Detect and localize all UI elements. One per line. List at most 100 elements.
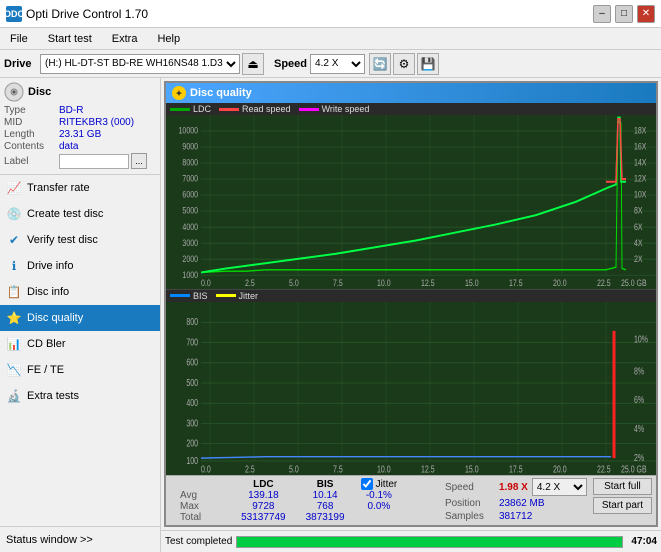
samples-stat-row: Samples 381712 bbox=[445, 511, 587, 522]
svg-text:12X: 12X bbox=[634, 174, 647, 184]
sidebar-item-label: Drive info bbox=[27, 260, 73, 272]
bis-label: BIS bbox=[193, 291, 208, 301]
fe-te-icon: 📉 bbox=[6, 363, 22, 377]
maximize-button[interactable]: □ bbox=[615, 5, 633, 23]
sidebar-item-label: Verify test disc bbox=[27, 234, 98, 246]
speed-select[interactable]: 4.2 X bbox=[310, 54, 365, 74]
minimize-button[interactable]: – bbox=[593, 5, 611, 23]
disc-contents-row: Contents data bbox=[4, 141, 156, 152]
disc-label-input[interactable] bbox=[59, 154, 129, 169]
menubar: File Start test Extra Help bbox=[0, 28, 661, 50]
jitter-legend: Jitter bbox=[216, 291, 259, 301]
eject-button[interactable]: ⏏ bbox=[242, 53, 264, 75]
svg-text:2X: 2X bbox=[634, 254, 643, 264]
transfer-rate-icon: 📈 bbox=[6, 181, 22, 195]
save-button[interactable]: 💾 bbox=[417, 53, 439, 75]
panel-icon: ✦ bbox=[172, 86, 186, 100]
ldc-legend: LDC bbox=[170, 104, 211, 114]
total-bis: 3873199 bbox=[296, 512, 355, 523]
svg-text:5.0: 5.0 bbox=[289, 463, 299, 475]
status-window-button[interactable]: Status window >> bbox=[0, 526, 160, 552]
disc-type-label: Type bbox=[4, 105, 59, 116]
ldc-label: LDC bbox=[193, 104, 211, 114]
status-text: Test completed bbox=[165, 536, 232, 547]
max-ldc: 9728 bbox=[231, 501, 296, 512]
main-area: Disc Type BD-R MID RITEKBR3 (000) Length… bbox=[0, 78, 661, 552]
jitter-checkbox[interactable] bbox=[361, 478, 373, 490]
svg-text:300: 300 bbox=[186, 417, 198, 429]
sidebar-item-create-test-disc[interactable]: 💿 Create test disc bbox=[0, 201, 160, 227]
svg-text:1000: 1000 bbox=[182, 270, 198, 280]
svg-text:10.0: 10.0 bbox=[377, 463, 391, 475]
jitter-label: Jitter bbox=[239, 291, 259, 301]
svg-text:0.0: 0.0 bbox=[201, 278, 211, 288]
refresh-button[interactable]: 🔄 bbox=[369, 53, 391, 75]
sidebar-item-disc-info[interactable]: 📋 Disc info bbox=[0, 279, 160, 305]
svg-text:200: 200 bbox=[186, 437, 198, 449]
svg-text:12.5: 12.5 bbox=[421, 463, 435, 475]
stats-speed-select[interactable]: 4.2 X bbox=[532, 478, 587, 496]
drive-select[interactable]: (H:) HL-DT-ST BD-RE WH16NS48 1.D3 bbox=[40, 54, 240, 74]
svg-text:4000: 4000 bbox=[182, 222, 198, 232]
jitter-header: Jitter bbox=[376, 479, 398, 490]
svg-text:8X: 8X bbox=[634, 206, 643, 216]
menu-help[interactable]: Help bbox=[151, 31, 186, 47]
svg-text:5000: 5000 bbox=[182, 206, 198, 216]
disc-length-row: Length 23.31 GB bbox=[4, 129, 156, 140]
svg-text:500: 500 bbox=[186, 376, 198, 388]
svg-text:7000: 7000 bbox=[182, 174, 198, 184]
sidebar-item-drive-info[interactable]: ℹ Drive info bbox=[0, 253, 160, 279]
jitter-checkbox-label: Jitter bbox=[361, 478, 398, 490]
write-speed-legend: Write speed bbox=[299, 104, 370, 114]
svg-text:700: 700 bbox=[186, 336, 198, 348]
bottom-bar: Test completed 47:04 bbox=[161, 530, 661, 552]
app-icon: ODC bbox=[6, 6, 22, 22]
top-chart-svg: 10000 9000 8000 7000 6000 5000 4000 3000… bbox=[166, 115, 656, 289]
jitter-checkbox-cell: Jitter bbox=[355, 478, 404, 490]
sidebar-item-disc-quality[interactable]: ⭐ Disc quality bbox=[0, 305, 160, 331]
sidebar-item-cd-bler[interactable]: 📊 CD Bler bbox=[0, 331, 160, 357]
svg-text:22.5: 22.5 bbox=[597, 463, 611, 475]
svg-text:6X: 6X bbox=[634, 222, 643, 232]
sidebar-item-extra-tests[interactable]: 🔬 Extra tests bbox=[0, 383, 160, 409]
app-title: Opti Drive Control 1.70 bbox=[26, 7, 148, 21]
content-area: ✦ Disc quality LDC Read speed bbox=[161, 78, 661, 552]
menu-file[interactable]: File bbox=[4, 31, 34, 47]
max-bis: 768 bbox=[296, 501, 355, 512]
top-chart-area: 10000 9000 8000 7000 6000 5000 4000 3000… bbox=[166, 115, 656, 289]
svg-text:3000: 3000 bbox=[182, 238, 198, 248]
menu-start-test[interactable]: Start test bbox=[42, 31, 98, 47]
top-chart-legend: LDC Read speed Write speed bbox=[166, 103, 656, 115]
svg-text:2%: 2% bbox=[634, 451, 644, 463]
svg-text:6%: 6% bbox=[634, 393, 644, 405]
avg-ldc: 139.18 bbox=[231, 490, 296, 501]
start-buttons: Start full Start part bbox=[593, 478, 652, 514]
panel-titlebar: ✦ Disc quality bbox=[166, 83, 656, 103]
disc-quality-panel: ✦ Disc quality LDC Read speed bbox=[164, 81, 658, 527]
max-label: Max bbox=[170, 501, 211, 512]
sidebar-item-verify-test-disc[interactable]: ✔ Verify test disc bbox=[0, 227, 160, 253]
settings-button[interactable]: ⚙ bbox=[393, 53, 415, 75]
disc-contents-label: Contents bbox=[4, 141, 59, 152]
svg-text:600: 600 bbox=[186, 356, 198, 368]
sidebar-item-label: CD Bler bbox=[27, 338, 66, 350]
sidebar-item-fe-te[interactable]: 📉 FE / TE bbox=[0, 357, 160, 383]
disc-mid-value: RITEKBR3 (000) bbox=[59, 117, 134, 128]
svg-text:17.5: 17.5 bbox=[509, 278, 523, 288]
disc-quality-icon: ⭐ bbox=[6, 311, 22, 325]
speed-stat-row: Speed 1.98 X 4.2 X bbox=[445, 478, 587, 496]
svg-text:100: 100 bbox=[186, 454, 198, 466]
sidebar-item-transfer-rate[interactable]: 📈 Transfer rate bbox=[0, 175, 160, 201]
svg-text:17.5: 17.5 bbox=[509, 463, 523, 475]
svg-text:0.0: 0.0 bbox=[201, 463, 211, 475]
start-full-button[interactable]: Start full bbox=[593, 478, 652, 495]
menu-extra[interactable]: Extra bbox=[106, 31, 144, 47]
disc-icon bbox=[4, 82, 24, 102]
close-button[interactable]: ✕ bbox=[637, 5, 655, 23]
start-part-button[interactable]: Start part bbox=[593, 497, 652, 514]
svg-text:15.0: 15.0 bbox=[465, 463, 479, 475]
ldc-color bbox=[170, 108, 190, 111]
svg-text:400: 400 bbox=[186, 396, 198, 408]
progress-bar-container bbox=[236, 536, 623, 548]
label-browse-button[interactable]: ... bbox=[131, 153, 147, 169]
